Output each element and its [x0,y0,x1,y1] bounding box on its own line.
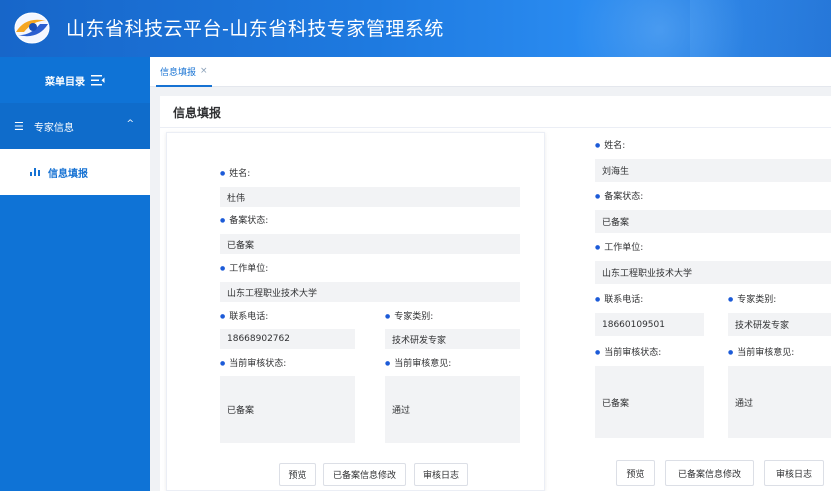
review-status-value: 已备案 [595,366,704,438]
filing-status-value: 已备案 [220,234,520,254]
review-status-label: 当前审核状态: [220,356,286,369]
phone-label: 联系电话: [220,309,268,322]
expert-type-label: 专家类别: [728,292,776,305]
list-icon: ☰ [14,119,24,133]
divider [160,127,831,128]
phone-value: 18668902762 [220,329,355,349]
name-value: 杜伟 [220,187,520,207]
phone-value: 18660109501 [595,313,704,336]
review-status-label: 当前审核状态: [595,345,661,358]
sidebar: 菜单目录 ☰ 专家信息 ^ 信息填报 [0,57,150,491]
sidebar-item-info-fill[interactable]: 信息填报 [0,149,150,195]
work-unit-value: 山东工程职业技术大学 [595,261,831,284]
expert-type-value: 技术研发专家 [728,313,831,336]
header-decoration [690,0,831,57]
filing-status-label: 备案状态: [220,213,268,226]
modify-filing-button[interactable]: 已备案信息修改 [323,463,406,486]
name-label: 姓名: [220,166,250,179]
tab-info-fill[interactable]: 信息填报 × [156,57,212,87]
review-log-button[interactable]: 审核日志 [764,460,824,486]
review-status-value: 已备案 [220,376,355,443]
menu-toggle[interactable]: 菜单目录 [0,57,150,103]
sidebar-group-label: 专家信息 [33,122,74,134]
review-opinion-value: 通过 [385,376,520,443]
menu-title: 菜单目录 [45,76,85,88]
preview-button[interactable]: 预览 [279,463,316,486]
review-log-button[interactable]: 审核日志 [414,463,468,486]
logo-icon [14,12,50,44]
page-title: 信息填报 [173,106,222,120]
review-opinion-label: 当前审核意见: [728,345,794,358]
modify-filing-button[interactable]: 已备案信息修改 [665,460,754,486]
filing-status-value: 已备案 [595,210,831,233]
expert-type-label: 专家类别: [385,309,433,322]
work-unit-label: 工作单位: [220,261,268,274]
preview-button[interactable]: 预览 [616,460,655,486]
chevron-up-icon: ^ [126,119,134,129]
name-label: 姓名: [595,138,625,151]
tab-label: 信息填报 [160,67,197,78]
tab-bar: 信息填报 × [150,57,831,87]
review-opinion-value: 通过 [728,366,831,438]
phone-label: 联系电话: [595,292,643,305]
menu-collapse-icon [91,74,105,85]
sidebar-group-expert-info[interactable]: ☰ 专家信息 ^ [0,103,150,149]
bar-chart-icon [30,166,40,179]
filing-status-label: 备案状态: [595,189,643,202]
expert-type-value: 技术研发专家 [385,329,520,349]
work-unit-label: 工作单位: [595,240,643,253]
app-title: 山东省科技云平台-山东省科技专家管理系统 [66,18,444,40]
sidebar-item-label: 信息填报 [48,168,88,180]
app-header: 山东省科技云平台-山东省科技专家管理系统 [0,0,831,57]
close-icon[interactable]: × [200,66,208,76]
review-opinion-label: 当前审核意见: [385,356,451,369]
name-value: 刘海生 [595,159,831,182]
work-unit-value: 山东工程职业技术大学 [220,282,520,302]
